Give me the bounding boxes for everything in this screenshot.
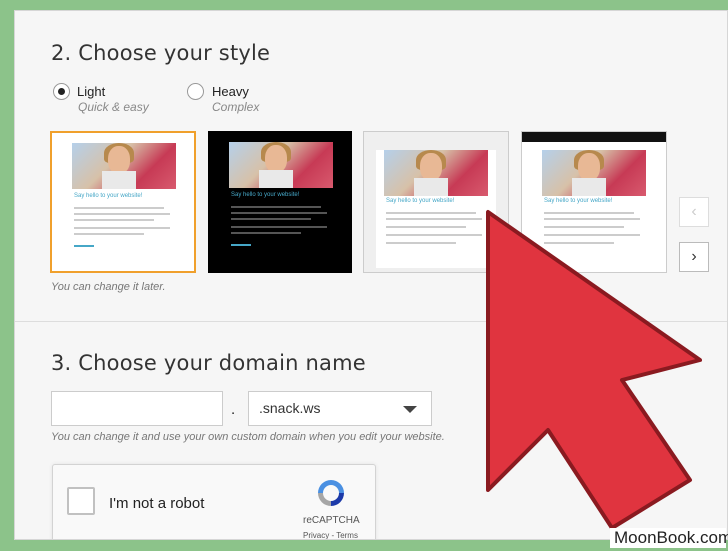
thumbnail-photo (72, 143, 176, 189)
recaptcha-brand: reCAPTCHA (303, 515, 360, 526)
thumbnail-photo (229, 142, 333, 188)
radio-heavy-label: Heavy (212, 84, 249, 99)
recaptcha-label: I'm not a robot (109, 495, 205, 512)
radio-heavy[interactable] (187, 83, 204, 100)
recaptcha-links[interactable]: Privacy - Terms (303, 531, 358, 539)
theme-thumbnail-dark[interactable]: Say hello to your website! (208, 131, 352, 273)
radio-light-sublabel: Quick & easy (78, 100, 149, 114)
chevron-down-icon (403, 406, 417, 413)
section-divider (15, 321, 727, 322)
recaptcha-checkbox[interactable] (67, 487, 95, 515)
radio-light[interactable] (53, 83, 70, 100)
thumbnail-heading: Say hello to your website! (544, 198, 613, 204)
theme-thumbnail-light[interactable]: Say hello to your website! (50, 131, 196, 273)
domain-select-value: .snack.ws (259, 400, 321, 416)
thumbnail-photo (384, 150, 488, 196)
theme-thumbnail-banner[interactable]: Say hello to your website! (521, 131, 667, 273)
recaptcha-widget: I'm not a robot reCAPTCHA Privacy - Term… (52, 464, 376, 539)
thumbnails-prev-button[interactable]: ‹ (679, 197, 709, 227)
thumbnail-photo (542, 150, 646, 196)
thumbnails-next-button[interactable]: › (679, 242, 709, 272)
radio-light-label: Light (77, 84, 106, 99)
signup-form-panel: 2. Choose your style Light Quick & easy … (14, 10, 728, 540)
style-hint: You can change it later. (51, 281, 166, 293)
subdomain-input[interactable] (51, 391, 223, 426)
thumbnail-heading: Say hello to your website! (74, 193, 143, 199)
thumbnail-heading: Say hello to your website! (386, 198, 455, 204)
domain-select[interactable]: .snack.ws (248, 391, 432, 426)
domain-separator: . (231, 401, 236, 418)
watermark: MoonBook.com (610, 528, 728, 548)
style-section-title: 2. Choose your style (51, 41, 271, 65)
radio-heavy-sublabel: Complex (212, 100, 260, 114)
thumbnail-heading: Say hello to your website! (231, 192, 300, 198)
domain-hint: You can change it and use your own custo… (51, 431, 445, 443)
recaptcha-logo-icon (318, 480, 344, 506)
domain-section-title: 3. Choose your domain name (51, 351, 366, 375)
theme-thumbnail-gray[interactable]: Say hello to your website! (363, 131, 509, 273)
